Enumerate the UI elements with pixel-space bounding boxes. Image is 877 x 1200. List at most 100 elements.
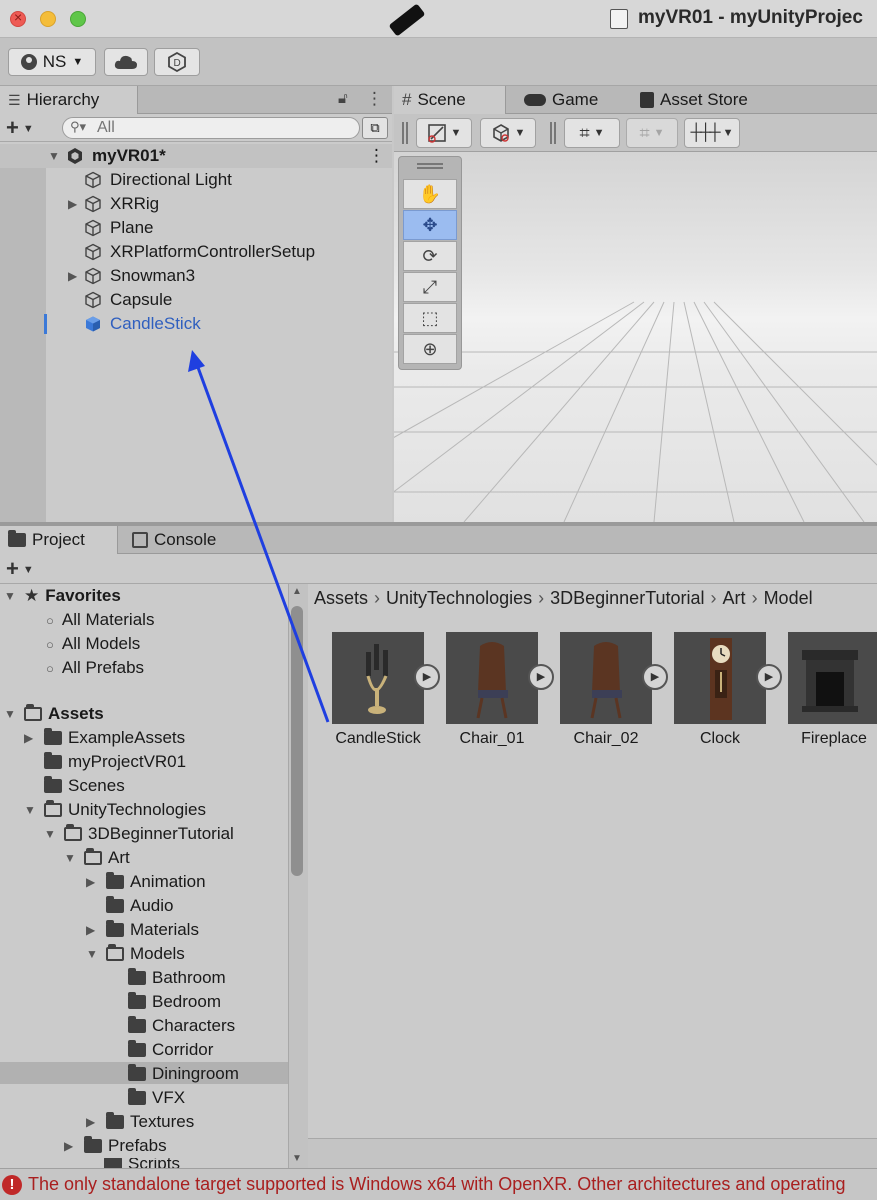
hierarchy-item[interactable]: Directional Light xyxy=(68,168,232,192)
tree-scrollbar-thumb[interactable] xyxy=(291,606,303,876)
folder-item[interactable]: VFX xyxy=(108,1086,185,1110)
scene-filter-icon[interactable]: ⧉ xyxy=(362,117,388,139)
folder-label: Art xyxy=(108,848,130,867)
close-window-button[interactable] xyxy=(10,9,26,27)
scene-more-icon[interactable]: ⋮ xyxy=(368,146,385,166)
toolbar-grip-icon xyxy=(550,122,556,144)
play-preview-icon[interactable]: ▶ xyxy=(756,664,782,690)
minimize-window-button[interactable] xyxy=(40,11,56,27)
folder-item[interactable]: ▼ 3DBeginnerTutorial xyxy=(44,822,234,846)
more-options-icon[interactable]: ⋮ xyxy=(366,89,383,109)
scene-viewport[interactable] xyxy=(394,152,877,522)
scene-ground-grid xyxy=(394,301,877,522)
expand-arrow-icon[interactable]: ▶ xyxy=(86,1115,106,1129)
hierarchy-item-candlestick[interactable]: CandleStick xyxy=(68,312,201,336)
breadcrumb-item[interactable]: UnityTechnologies xyxy=(386,588,532,608)
rotate-tool-button[interactable]: ⟳ xyxy=(403,241,457,271)
increment-snap-dropdown[interactable]: ⌗ ▼ xyxy=(626,118,678,148)
folder-item[interactable]: ▶ Materials xyxy=(86,918,199,942)
folder-item[interactable]: Scenes xyxy=(24,774,125,798)
folder-item[interactable]: ▶ Textures xyxy=(86,1110,194,1134)
breadcrumb-item[interactable]: Model xyxy=(764,588,813,608)
tab-scene[interactable]: # Scene xyxy=(394,86,506,114)
zoom-window-button[interactable] xyxy=(70,11,86,27)
cloud-button[interactable] xyxy=(104,48,148,76)
tab-project[interactable]: Project xyxy=(0,526,118,554)
collapse-arrow-icon[interactable]: ▼ xyxy=(4,589,24,603)
move-tool-button[interactable]: ✥ xyxy=(403,210,457,240)
play-preview-icon[interactable]: ▶ xyxy=(642,664,668,690)
rect-tool-button[interactable]: ⬚ xyxy=(403,303,457,333)
collapse-arrow-icon[interactable]: ▼ xyxy=(4,707,24,721)
tab-console[interactable]: Console xyxy=(124,526,224,554)
favorite-item[interactable]: ○ All Prefabs xyxy=(46,656,144,680)
folder-item[interactable]: Audio xyxy=(86,894,173,918)
draw-mode-dropdown[interactable]: ▼ xyxy=(416,118,472,148)
chevron-right-icon: › xyxy=(374,588,381,608)
transform-tool-button[interactable]: ⊕ xyxy=(403,334,457,364)
expand-arrow-icon[interactable]: ▶ xyxy=(64,1139,84,1153)
hand-tool-button[interactable]: ✋ xyxy=(403,179,457,209)
folder-item[interactable]: Scripts xyxy=(84,1158,180,1168)
breadcrumb-item[interactable]: 3DBeginnerTutorial xyxy=(550,588,704,608)
expand-arrow-icon[interactable]: ▶ xyxy=(86,923,106,937)
favorite-item[interactable]: ○ All Materials xyxy=(46,608,154,632)
tab-hierarchy[interactable]: ☰ Hierarchy xyxy=(0,86,138,114)
collapse-arrow-icon[interactable]: ▼ xyxy=(64,851,84,865)
favorites-header[interactable]: ▼ ★ Favorites xyxy=(4,584,121,608)
folder-item[interactable]: Characters xyxy=(108,1014,235,1038)
create-asset-button[interactable]: + ▼ xyxy=(6,556,34,582)
collapse-arrow-icon[interactable]: ▼ xyxy=(24,803,44,817)
assets-root[interactable]: ▼ Assets xyxy=(4,702,104,726)
scroll-up-icon[interactable]: ▲ xyxy=(292,586,302,597)
tab-asset-store[interactable]: Asset Store xyxy=(632,86,756,114)
folder-item[interactable]: ▼ Models xyxy=(86,942,185,966)
collapse-arrow-icon[interactable]: ▼ xyxy=(44,827,64,841)
expand-arrow-icon[interactable]: ▶ xyxy=(24,731,44,745)
collapse-arrow-icon[interactable]: ▼ xyxy=(86,947,106,961)
folder-item[interactable]: Bedroom xyxy=(108,990,221,1014)
collab-button[interactable]: D xyxy=(154,48,200,76)
favorite-item[interactable]: ○ All Models xyxy=(46,632,140,656)
status-bar[interactable]: ! The only standalone target supported i… xyxy=(0,1168,877,1200)
folder-item[interactable]: Corridor xyxy=(108,1038,213,1062)
folder-item[interactable]: ▶ Prefabs xyxy=(64,1134,167,1158)
hierarchy-item[interactable]: Plane xyxy=(68,216,153,240)
hierarchy-search-input[interactable] xyxy=(62,117,360,139)
folder-icon xyxy=(106,1112,124,1129)
play-preview-icon[interactable]: ▶ xyxy=(414,664,440,690)
folder-item[interactable]: ▼ UnityTechnologies xyxy=(24,798,206,822)
folder-item-diningroom[interactable]: Diningroom xyxy=(108,1062,239,1086)
folder-item[interactable]: ▼ Art xyxy=(64,846,130,870)
clock-model-icon xyxy=(710,638,732,720)
expand-arrow-icon[interactable]: ▶ xyxy=(68,197,84,211)
play-preview-icon[interactable]: ▶ xyxy=(528,664,554,690)
prefab-icon xyxy=(86,316,100,332)
scroll-down-icon[interactable]: ▼ xyxy=(292,1153,302,1164)
breadcrumb-item[interactable]: Art xyxy=(723,588,746,608)
scale-tool-button[interactable]: ⤢ xyxy=(403,272,457,302)
expand-arrow-icon[interactable]: ▶ xyxy=(86,875,106,889)
expand-arrow-icon[interactable]: ▼ xyxy=(48,149,64,163)
hierarchy-item-label: Plane xyxy=(110,218,154,237)
expand-arrow-icon[interactable]: ▶ xyxy=(68,269,84,283)
folder-label: Scripts xyxy=(128,1158,180,1168)
account-dropdown[interactable]: NS ▼ xyxy=(8,48,96,76)
ruler-snap-dropdown[interactable]: ┼┼┼ ▼ xyxy=(684,118,740,148)
folder-item[interactable]: ▶ Animation xyxy=(86,870,206,894)
add-object-button[interactable]: + ▼ xyxy=(6,115,34,141)
breadcrumb-item[interactable]: Assets xyxy=(314,588,368,608)
folder-item[interactable]: ▶ ExampleAssets xyxy=(24,726,185,750)
lock-icon[interactable]: 🔓︎ xyxy=(338,90,348,107)
scene-root-row[interactable]: ▼ myVR01* ⋮ xyxy=(0,144,392,168)
tab-game[interactable]: Game xyxy=(516,86,606,114)
hierarchy-item[interactable]: ▶ Snowman3 xyxy=(68,264,195,288)
grid-hash-icon: # xyxy=(402,90,412,109)
shading-dropdown[interactable]: ▼ xyxy=(480,118,536,148)
hierarchy-item[interactable]: Capsule xyxy=(68,288,172,312)
folder-item[interactable]: Bathroom xyxy=(108,966,226,990)
grid-snap-dropdown[interactable]: ⌗ ▼ xyxy=(564,118,620,148)
folder-item[interactable]: myProjectVR01 xyxy=(24,750,186,774)
hierarchy-item[interactable]: XRPlatformControllerSetup xyxy=(68,240,315,264)
hierarchy-item[interactable]: ▶ XRRig xyxy=(68,192,159,216)
